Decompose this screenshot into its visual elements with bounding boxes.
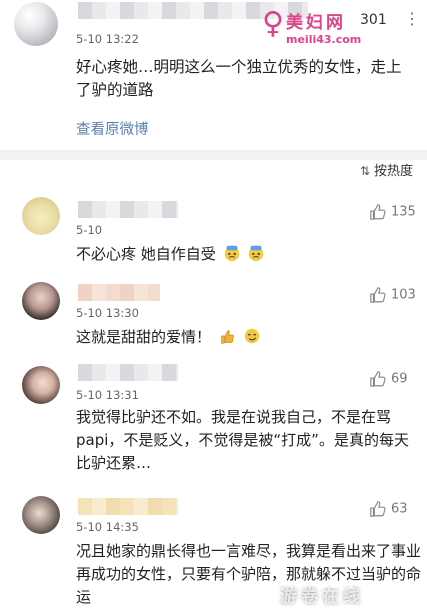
comment-body: 不必心疼 她自作自受 bbox=[76, 245, 216, 263]
lady-silhouette-icon: ♀ bbox=[262, 6, 284, 41]
smirk-emoji-icon bbox=[244, 328, 259, 344]
comment-time: 5-10 13:31 bbox=[76, 388, 139, 402]
like-count: 135 bbox=[391, 204, 416, 220]
like-button[interactable]: 103 bbox=[369, 286, 416, 304]
like-count: 69 bbox=[391, 371, 408, 387]
comment-text: 这就是甜甜的爱情！ bbox=[76, 326, 421, 349]
username-redacted[interactable] bbox=[78, 201, 178, 218]
username-redacted[interactable] bbox=[78, 364, 178, 381]
post-time: 5-10 13:22 bbox=[76, 32, 139, 46]
sweat-emoji-icon bbox=[224, 245, 239, 262]
comment-time: 5-10 14:35 bbox=[76, 520, 139, 534]
more-menu-icon[interactable]: ⋮ bbox=[404, 9, 420, 28]
avatar[interactable] bbox=[22, 282, 60, 320]
watermark-bottom: 游卷在线 bbox=[280, 587, 364, 607]
thumbs-up-icon bbox=[370, 371, 386, 387]
avatar[interactable] bbox=[14, 2, 58, 46]
avatar[interactable] bbox=[22, 366, 60, 404]
thumbs-up-emoji-icon bbox=[221, 330, 234, 344]
username-redacted[interactable] bbox=[78, 284, 160, 301]
comment-time: 5-10 bbox=[76, 223, 103, 237]
comment-text: 我觉得比驴还不如。我是在说我自己，不是在骂papi，不是贬义，不觉得是被“打成”… bbox=[76, 408, 409, 472]
sort-label: 按热度 bbox=[374, 164, 414, 179]
original-post: 301 ⋮ 5-10 13:22 好心疼她…明明这么一个独立优秀的女性，走上了驴… bbox=[0, 0, 427, 150]
comment-text: 不必心疼 她自作自受 bbox=[76, 243, 421, 266]
avatar[interactable] bbox=[22, 197, 60, 235]
watermark-url: meili43.com bbox=[286, 33, 362, 46]
section-divider bbox=[0, 150, 427, 160]
comment-time: 5-10 13:30 bbox=[76, 306, 139, 320]
like-count: 103 bbox=[391, 287, 416, 303]
sweat-emoji-icon bbox=[249, 245, 264, 262]
avatar[interactable] bbox=[22, 496, 60, 534]
username-redacted[interactable] bbox=[78, 498, 178, 515]
thumbs-up-icon bbox=[370, 204, 386, 220]
comment-body: 这就是甜甜的爱情！ bbox=[76, 328, 212, 346]
like-count: 63 bbox=[391, 501, 408, 517]
like-button[interactable]: 135 bbox=[369, 203, 416, 221]
post-text: 好心疼她…明明这么一个独立优秀的女性，走上了驴的道路 bbox=[76, 58, 402, 99]
sort-icon: ⇅ bbox=[360, 164, 371, 178]
like-button[interactable]: 69 bbox=[369, 370, 408, 388]
thumbs-up-icon bbox=[370, 287, 386, 303]
site-watermark-logo: ♀ 美妇网 meili43.com bbox=[262, 6, 372, 50]
sort-by-hot-button[interactable]: ⇅ 按热度 bbox=[360, 160, 413, 179]
comment-text: 况且她家的鼎长得也一言难尽，我算是看出来了事业再成功的女性，只要有个驴陪，那就躲… bbox=[76, 542, 422, 606]
like-button[interactable]: 63 bbox=[369, 500, 408, 518]
watermark-name: 美妇网 bbox=[286, 13, 346, 33]
view-original-link[interactable]: 查看原微博 bbox=[76, 118, 149, 139]
thumbs-up-icon bbox=[370, 501, 386, 517]
